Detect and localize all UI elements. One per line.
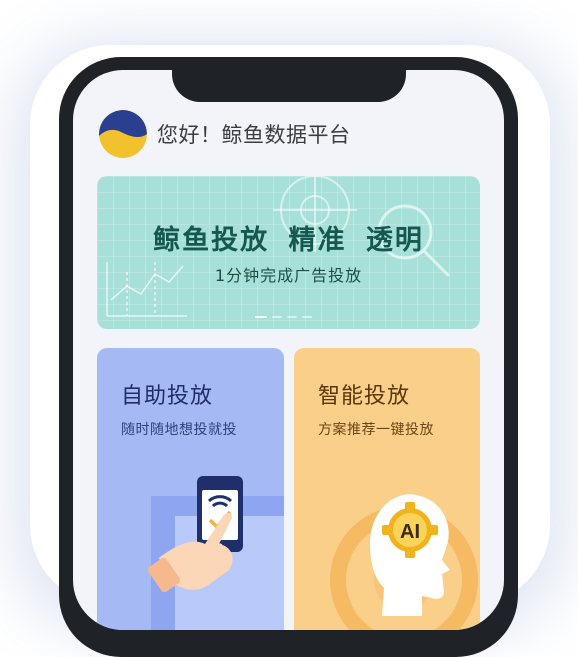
whale-logo-icon[interactable]: [99, 110, 147, 158]
carousel-dot[interactable]: [272, 316, 282, 318]
greeting-text: 您好！鲸鱼数据平台: [157, 123, 351, 147]
card-title: 智能投放: [318, 384, 411, 409]
banner-title: 鲸鱼投放 精准 透明: [153, 225, 424, 256]
smart-delivery-card[interactable]: AI 智能投放 方案推荐一键投放: [294, 348, 480, 630]
phone-screen: 您好！鲸鱼数据平台 鲸鱼投放 精准 透明 1分钟完成广告投放 自助投放 随时随地…: [73, 70, 504, 630]
self-service-card[interactable]: 自助投放 随时随地想投就投: [97, 348, 284, 630]
card-subtitle: 随时随地想投就投: [121, 422, 237, 438]
phone-notch: [172, 57, 406, 102]
card-title: 自助投放: [121, 384, 214, 409]
carousel-dot[interactable]: [287, 316, 297, 318]
carousel-dot[interactable]: [302, 316, 312, 318]
carousel-indicator[interactable]: [255, 316, 312, 318]
svg-text:AI: AI: [400, 521, 420, 543]
promo-banner[interactable]: 鲸鱼投放 精准 透明 1分钟完成广告投放: [97, 176, 480, 329]
card-subtitle: 方案推荐一键投放: [318, 422, 434, 438]
header: 您好！鲸鱼数据平台: [99, 109, 351, 159]
banner-subtitle: 1分钟完成广告投放: [214, 266, 363, 285]
carousel-dot[interactable]: [255, 316, 267, 318]
